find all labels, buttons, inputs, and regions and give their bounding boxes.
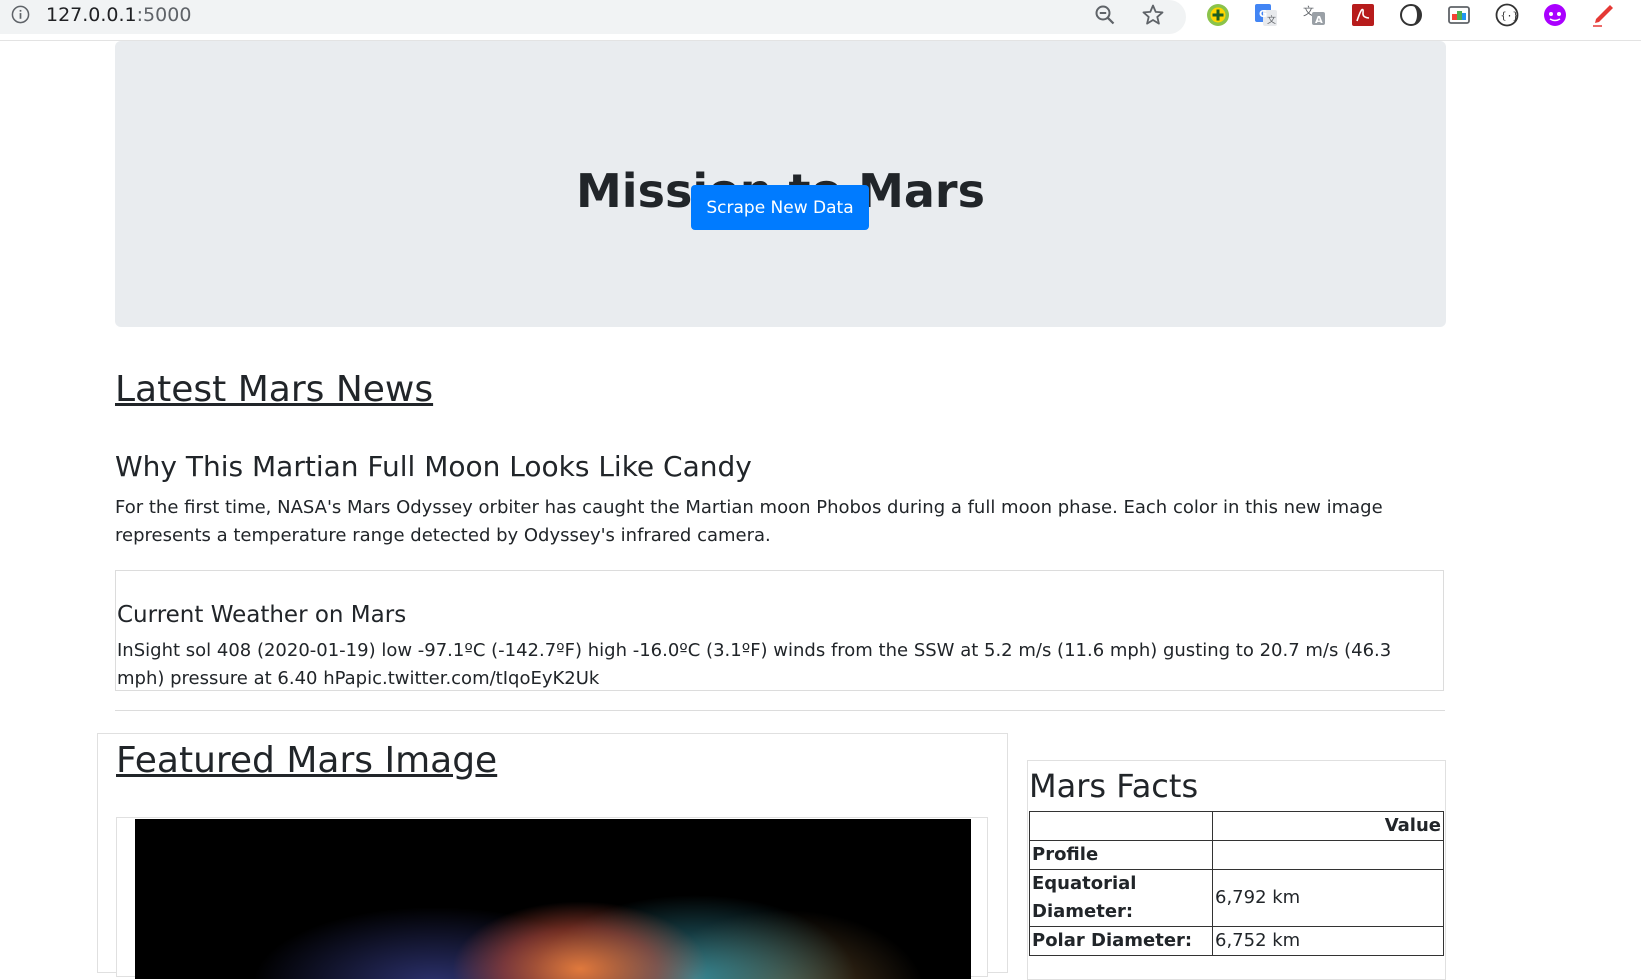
jumbotron: Mission to Mars Scrape New Data: [115, 41, 1446, 327]
table-row: Polar Diameter: 6,752 km: [1029, 926, 1444, 956]
json-viewer-icon[interactable]: {·}: [1494, 2, 1520, 28]
weather-text: InSight sol 408 (2020-01-19) low -97.1ºC…: [117, 640, 1392, 689]
url-port: :5000: [136, 4, 192, 26]
red-pen-icon[interactable]: [1590, 2, 1616, 28]
zoom-out-icon[interactable]: [1093, 3, 1117, 27]
dark-reader-icon[interactable]: [1398, 2, 1424, 28]
featured-image-heading: Featured Mars Image: [116, 740, 498, 781]
table-header-cell: [1029, 811, 1213, 841]
table-row: Equatorial Diameter: 6,792 km: [1029, 869, 1444, 927]
featured-mars-image: [135, 819, 971, 979]
svg-text:{·}: {·}: [1501, 11, 1519, 22]
table-cell: 6,792 km: [1212, 869, 1444, 927]
weather-heading: Current Weather on Mars: [117, 602, 407, 628]
google-translate-icon[interactable]: G 文: [1253, 2, 1279, 28]
translate-icon[interactable]: 文 A: [1301, 2, 1327, 28]
latest-news-heading: Latest Mars News: [115, 369, 434, 410]
screenshot-icon[interactable]: [1446, 2, 1472, 28]
section-divider: [115, 710, 1445, 711]
mars-facts-table: Value Profile Equatorial Diameter: 6,792…: [1029, 811, 1444, 956]
svg-text:A: A: [1315, 15, 1323, 26]
news-title: Why This Martian Full Moon Looks Like Ca…: [115, 450, 752, 483]
table-row: Profile: [1029, 840, 1444, 870]
table-row-label: Polar Diameter:: [1029, 926, 1213, 956]
table-header-cell: Value: [1212, 811, 1444, 841]
table-row-label: Equatorial Diameter:: [1029, 869, 1213, 927]
url-text[interactable]: 127.0.0.1:5000: [46, 3, 191, 27]
browser-toolbar: 127.0.0.1:5000 G 文 文 A {·}: [0, 0, 1641, 41]
weather-card: Current Weather on Mars InSight sol 408 …: [115, 570, 1444, 691]
featured-image-thumbnail[interactable]: [116, 817, 988, 979]
scrape-new-data-button[interactable]: Scrape New Data: [691, 185, 869, 230]
featured-image-card: Featured Mars Image: [97, 733, 1008, 979]
pdf-icon[interactable]: [1350, 2, 1376, 28]
address-bar[interactable]: 127.0.0.1:5000: [0, 0, 1186, 34]
svg-text:文: 文: [1267, 14, 1276, 26]
mars-facts-heading: Mars Facts: [1029, 767, 1199, 805]
info-icon[interactable]: [11, 5, 30, 24]
purple-extension-icon[interactable]: [1542, 2, 1568, 28]
mars-facts-card: Mars Facts Value Profile Equatorial Diam…: [1027, 760, 1446, 980]
svg-text:G: G: [1259, 9, 1267, 20]
table-cell: 6,752 km: [1212, 926, 1444, 956]
table-header-row: Value: [1029, 811, 1444, 841]
table-cell: [1212, 840, 1444, 870]
news-paragraph: For the first time, NASA's Mars Odyssey …: [115, 497, 1383, 546]
bookmark-star-icon[interactable]: [1141, 3, 1165, 27]
url-host: 127.0.0.1: [46, 4, 137, 26]
table-row-label: Profile: [1029, 840, 1213, 870]
extension-green-plus-icon[interactable]: [1205, 2, 1231, 28]
